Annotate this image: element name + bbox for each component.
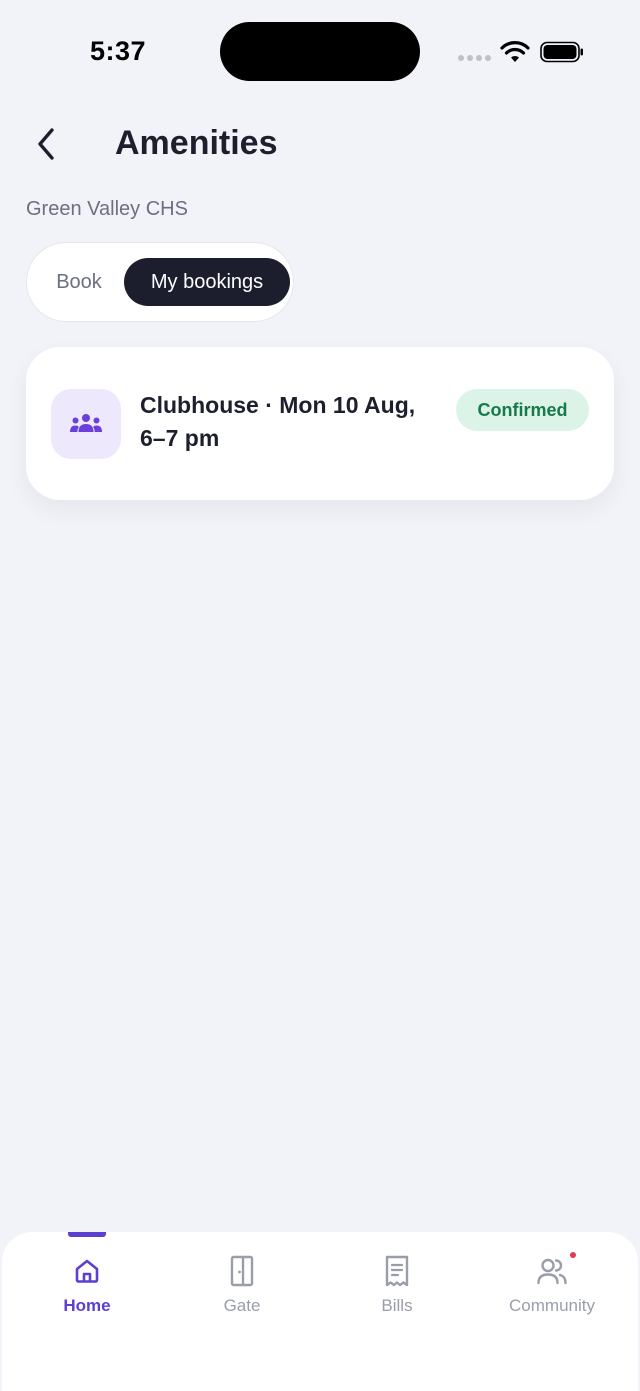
tab-my-bookings[interactable]: My bookings (124, 258, 290, 306)
amenity-icon-tile (51, 389, 121, 459)
door-icon (230, 1255, 254, 1287)
nav-gate[interactable]: Gate (172, 1254, 312, 1324)
signal-icon (458, 55, 491, 61)
notification-dot (570, 1252, 576, 1258)
back-button[interactable] (26, 122, 66, 166)
nav-community[interactable]: Community (482, 1252, 622, 1324)
home-icon (75, 1259, 99, 1283)
booking-card[interactable]: Clubhouse · Mon 10 Aug, 6–7 pm Confirmed (26, 347, 614, 500)
battery-icon (540, 41, 583, 63)
status-time: 5:37 (90, 36, 147, 66)
chevron-left-icon (38, 128, 54, 160)
nav-label-gate: Gate (223, 1296, 261, 1315)
booking-title: Clubhouse · Mon 10 Aug, 6–7 pm (140, 392, 416, 451)
wifi-icon (500, 41, 530, 62)
nav-label-home: Home (63, 1296, 111, 1315)
dynamic-island (220, 22, 420, 81)
status-badge: Confirmed (456, 389, 589, 431)
tab-book[interactable]: Book (43, 259, 115, 305)
nav-label-community: Community (509, 1296, 595, 1315)
active-tab-indicator (68, 1232, 106, 1237)
nav-label-bills: Bills (381, 1296, 413, 1315)
status-bar: 5:37 (0, 0, 640, 100)
group-icon (70, 414, 102, 432)
people-icon (537, 1258, 567, 1285)
page-title: Amenities (115, 124, 278, 162)
nav-home[interactable]: Home (17, 1254, 157, 1324)
nav-bills[interactable]: Bills (327, 1254, 467, 1324)
booking-tabs: Book My bookings (26, 242, 294, 322)
society-name: Green Valley CHS (26, 198, 188, 220)
bottom-nav: Home Gate Bills Community (2, 1232, 638, 1391)
receipt-icon (385, 1255, 409, 1287)
